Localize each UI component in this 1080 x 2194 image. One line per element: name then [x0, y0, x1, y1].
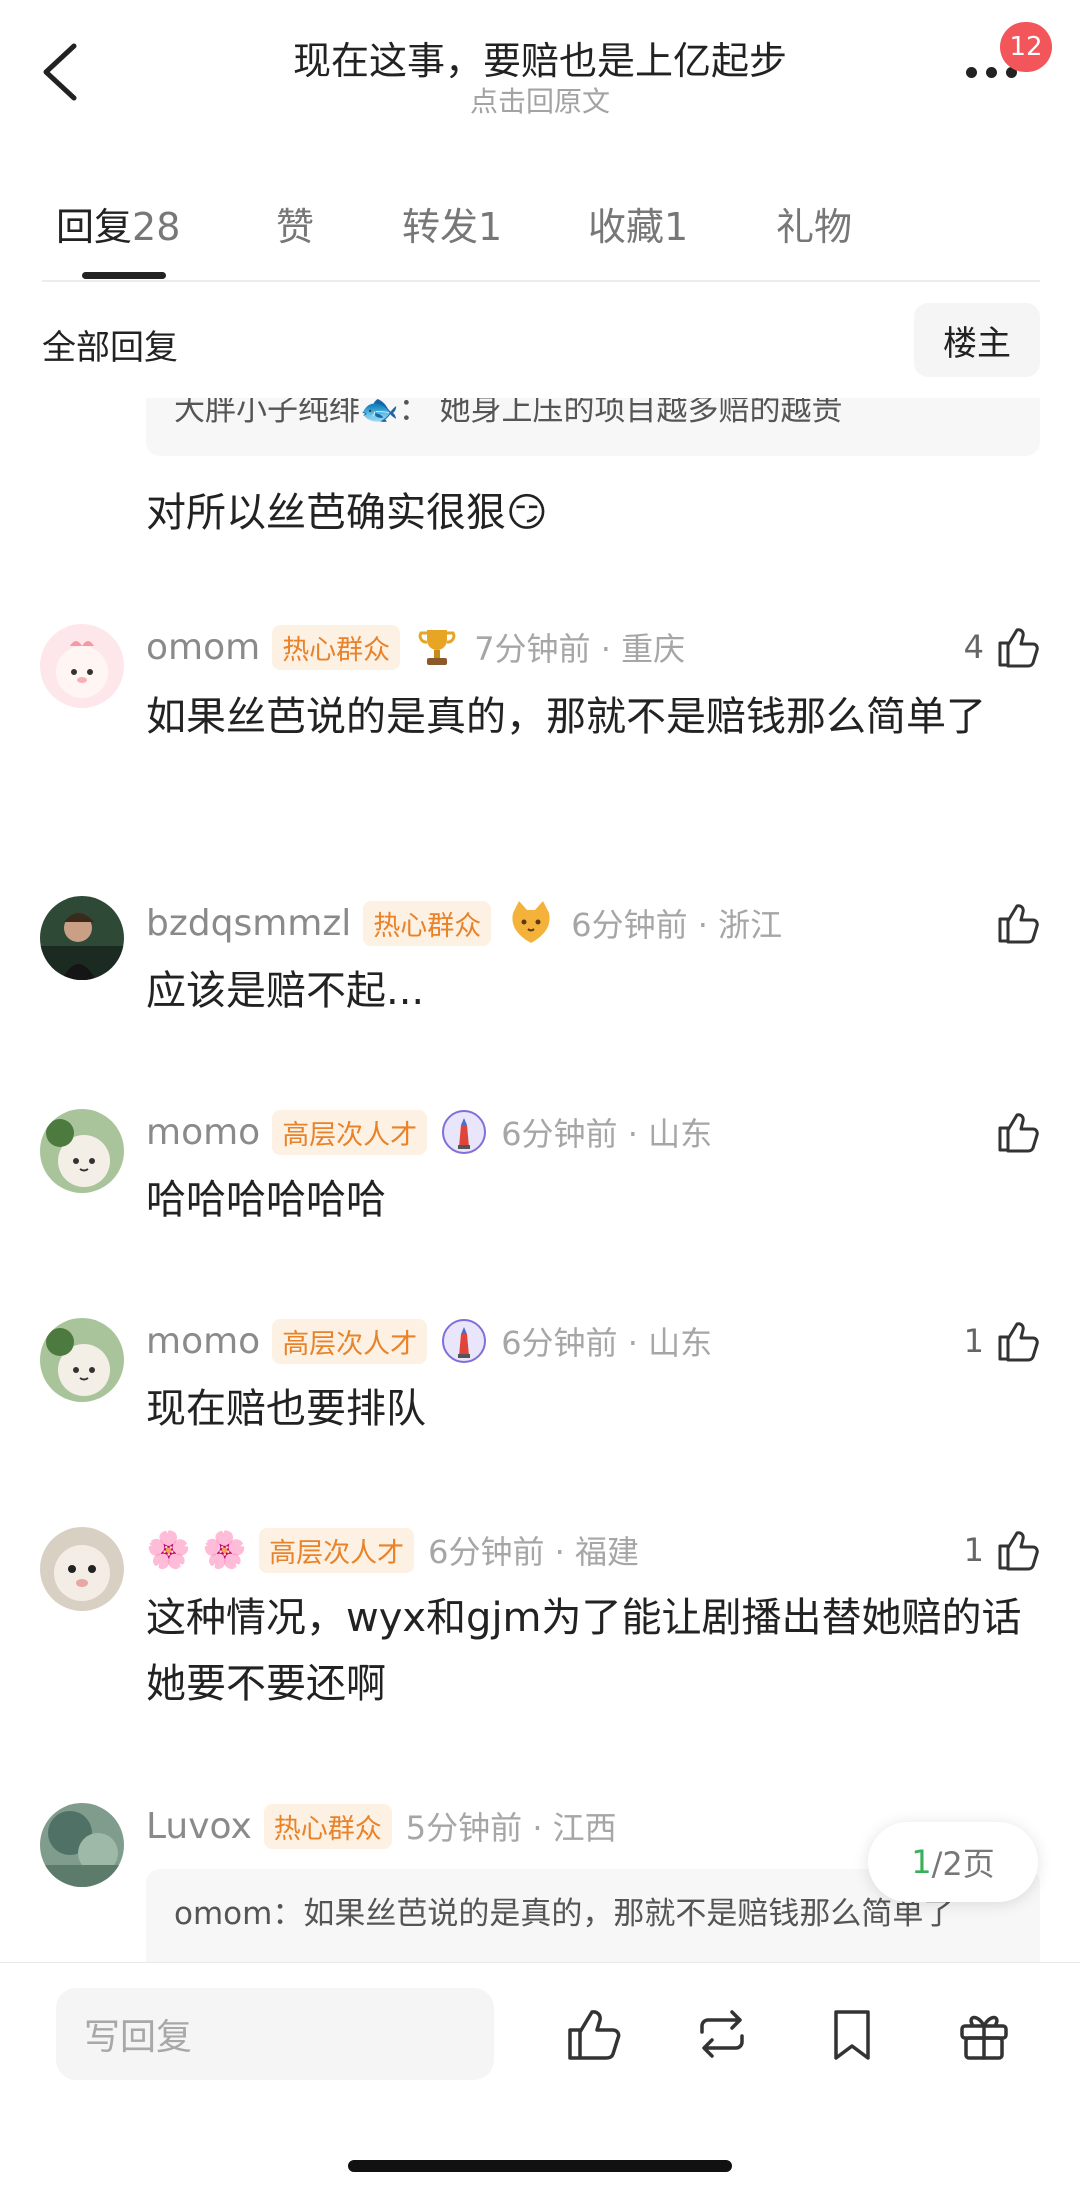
trophy-icon — [418, 630, 456, 665]
user-tag: 热心群众 — [272, 624, 401, 670]
username[interactable]: bzdqsmmzl — [146, 903, 351, 944]
reply-quote: 大胖小子纯绯🐟： 她身上压的项目越多赔的越贵 — [146, 398, 1040, 456]
like-count: 1 — [963, 1322, 984, 1360]
thumb-up-icon — [998, 904, 1039, 944]
tab-favorites[interactable]: 收藏1 — [588, 196, 688, 251]
repost-icon[interactable] — [692, 2004, 752, 2064]
gift-icon[interactable] — [954, 2004, 1014, 2064]
comment-text: 哈哈哈哈哈哈 — [146, 1177, 386, 1223]
avatar[interactable] — [40, 896, 124, 980]
comment-time-location: 6分钟前 · 山东 — [501, 1115, 713, 1153]
lighthouse-icon — [442, 1110, 487, 1154]
username[interactable]: momo — [146, 1112, 260, 1153]
like-count: 1 — [963, 1531, 984, 1569]
comment-item: 🌸 🌸 高层次人才 6分钟前 · 福建 1 这种情况，wyx和gjm为了能让剧播… — [0, 1523, 1080, 1707]
user-tag: 高层次人才 — [272, 1318, 428, 1364]
tab-label: 赞 — [276, 205, 315, 249]
comment-item: omom 热心群众 7分钟前 · 重庆 4 如果丝芭说的是真的，那就不是赔钱那么… — [0, 620, 1080, 740]
comment-time-location: 6分钟前 · 福建 — [428, 1533, 639, 1571]
user-tag: 热心群众 — [263, 1803, 392, 1849]
total-pages: /2页 — [931, 1845, 995, 1883]
comment-time-location: 6分钟前 · 山东 — [501, 1324, 713, 1362]
username[interactable]: omom — [146, 627, 260, 668]
avatar[interactable] — [40, 1109, 124, 1193]
like-count: 4 — [963, 628, 984, 666]
tab-label: 转发 — [402, 205, 479, 249]
username[interactable]: 🌸 🌸 — [146, 1529, 247, 1571]
tab-label: 回复 — [56, 205, 133, 249]
like-button[interactable] — [996, 1105, 1040, 1159]
owner-filter-button[interactable]: 楼主 — [914, 303, 1040, 377]
like-button[interactable]: 1 — [964, 1523, 1040, 1577]
comment-time-location: 7分钟前 · 重庆 — [474, 630, 686, 668]
post-title[interactable]: 现在这事，要赔也是上亿起步 — [0, 30, 1080, 85]
comment-item: bzdqsmmzl 热心群众 6分钟前 · 浙江 应该是赔不起... — [0, 896, 1080, 1014]
avatar[interactable] — [40, 1318, 124, 1402]
tab-label: 收藏 — [588, 205, 665, 249]
comment-item: Luvox 热心群众 5分钟前 · 江西 omom：如果丝芭说的是真的，那就不是… — [0, 1799, 1080, 1979]
comment-time-location: 6分钟前 · 浙江 — [571, 906, 783, 944]
home-indicator — [348, 2160, 732, 2172]
user-tag: 高层次人才 — [272, 1109, 428, 1155]
tab-count: 28 — [132, 205, 181, 249]
comment-text: 应该是赔不起... — [146, 968, 425, 1014]
all-replies-label[interactable]: 全部回复 — [42, 320, 178, 369]
quote-text: 大胖小子纯绯🐟： 她身上压的项目越多赔的越贵 — [174, 398, 843, 428]
current-page: 1 — [911, 1843, 932, 1881]
comment-item: momo 高层次人才 6分钟前 · 山东 1 现在赔也要排队 — [0, 1314, 1080, 1432]
avatar[interactable] — [40, 624, 124, 708]
comment-text: 这种情况，wyx和gjm为了能让剧播出替她赔的话她要不要还啊 — [146, 1595, 1022, 1707]
tab-label: 礼物 — [776, 205, 853, 249]
like-button[interactable] — [996, 896, 1040, 950]
thumb-up-icon[interactable] — [564, 2004, 624, 2064]
back-to-original-link[interactable]: 点击回原文 — [0, 80, 1080, 120]
thumb-up-icon — [998, 1113, 1039, 1153]
avatar[interactable] — [40, 1803, 124, 1887]
thumb-up-icon — [998, 1322, 1039, 1362]
like-button[interactable]: 1 — [964, 1314, 1040, 1368]
cat-icon — [512, 901, 550, 943]
tab-count: 1 — [478, 205, 503, 249]
lighthouse-icon — [442, 1319, 487, 1363]
tab-reposts[interactable]: 转发1 — [402, 196, 502, 251]
page-indicator[interactable]: 1/2页 — [868, 1822, 1038, 1902]
comment-text: 现在赔也要排队 — [146, 1386, 426, 1432]
comment-text: 如果丝芭说的是真的，那就不是赔钱那么简单了 — [146, 694, 986, 740]
tab-count: 1 — [664, 205, 689, 249]
avatar[interactable] — [40, 1527, 124, 1611]
comment-item: momo 高层次人才 6分钟前 · 山东 哈哈哈哈哈哈 — [0, 1105, 1080, 1223]
tab-replies[interactable]: 回复28 — [56, 196, 180, 251]
tab-gifts[interactable]: 礼物 — [776, 196, 852, 251]
thumb-up-icon — [998, 628, 1039, 668]
user-tag: 高层次人才 — [259, 1527, 415, 1573]
username[interactable]: momo — [146, 1321, 260, 1362]
user-tag: 热心群众 — [363, 900, 492, 946]
tab-likes[interactable]: 赞 — [276, 196, 314, 251]
active-tab-indicator — [82, 272, 166, 279]
notification-badge: 12 — [1000, 22, 1052, 72]
tab-divider — [42, 280, 1040, 282]
comment-text: 对所以丝芭确实很狠😏 — [146, 490, 548, 536]
comment-time-location: 5分钟前 · 江西 — [405, 1809, 617, 1847]
like-button[interactable]: 4 — [964, 620, 1040, 674]
username[interactable]: Luvox — [146, 1806, 252, 1847]
thumb-up-icon — [998, 1531, 1039, 1571]
bookmark-icon[interactable] — [822, 2004, 882, 2064]
reply-input[interactable]: 写回复 — [56, 1988, 494, 2080]
